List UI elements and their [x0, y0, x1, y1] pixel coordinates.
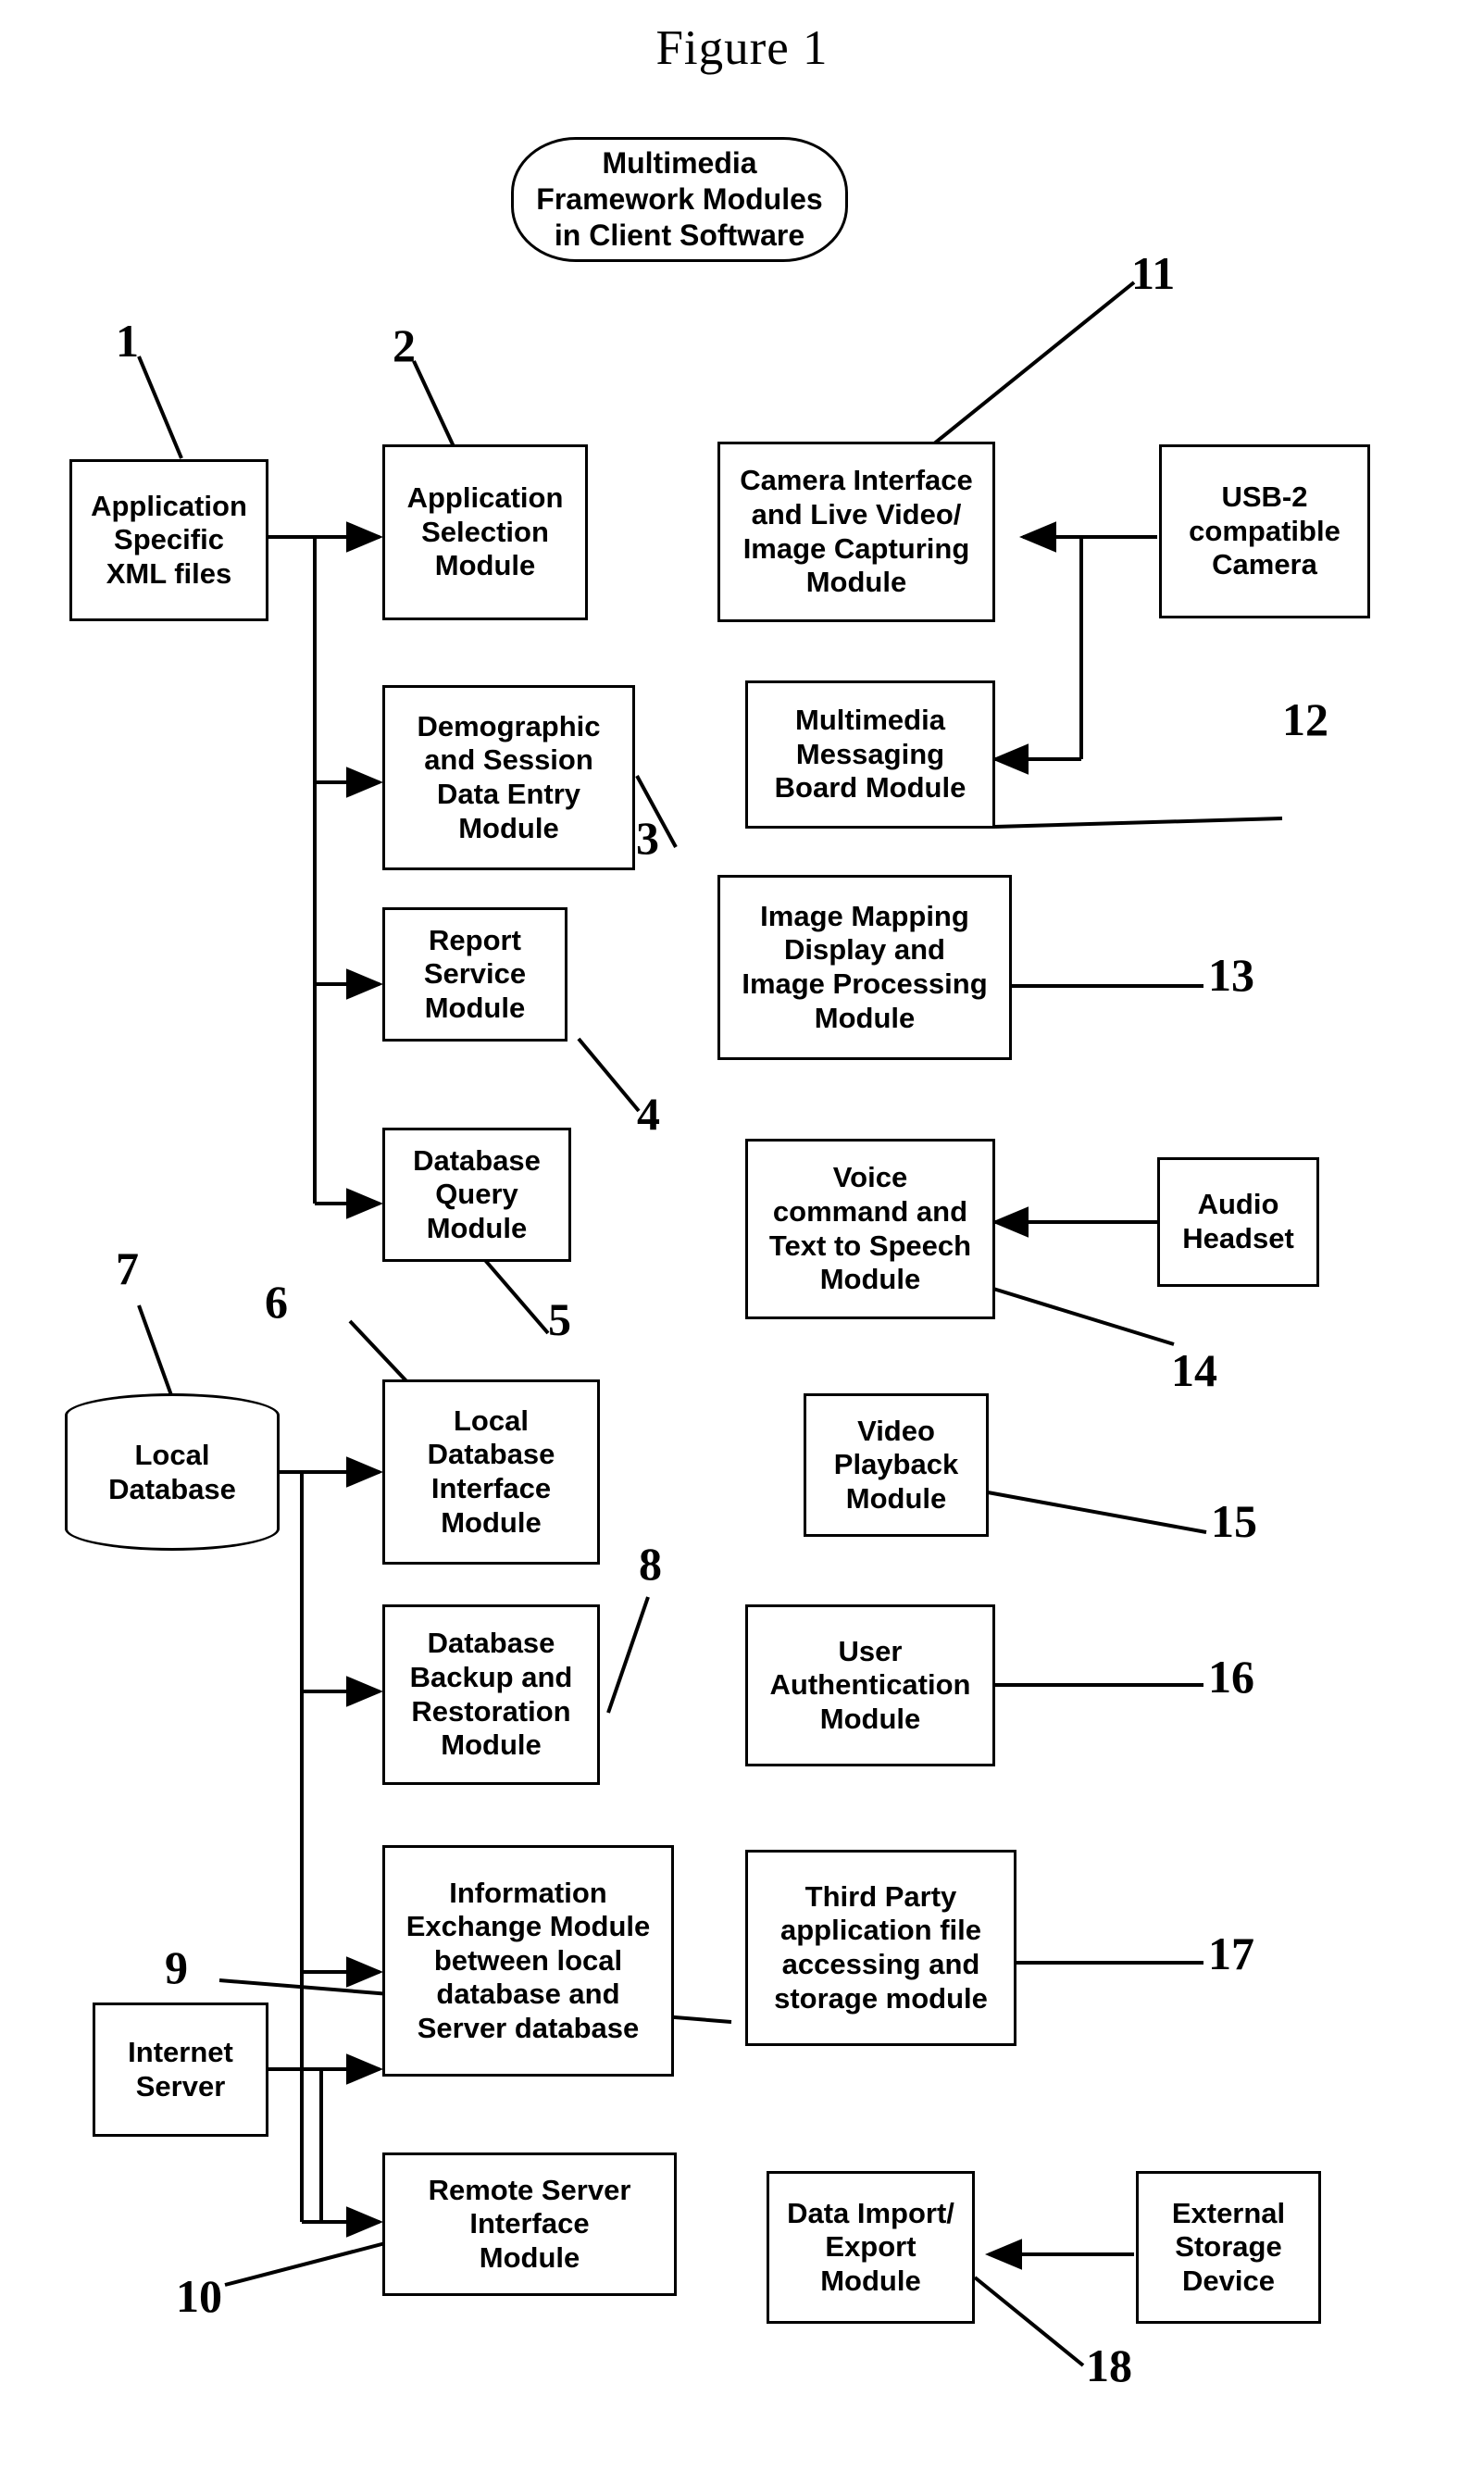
ref-numeral-7: 7 — [116, 1242, 139, 1294]
page-title: Figure 1 — [655, 21, 829, 75]
node-report-service-module: Report Service Module — [382, 907, 567, 1042]
ref-numeral-13: 13 — [1208, 949, 1254, 1001]
node-usb-2-compatible-camera: USB-2 compatible Camera — [1159, 444, 1370, 618]
node-remote-server-interface-module: Remote Server Interface Module — [382, 2152, 677, 2296]
ref-numeral-11: 11 — [1131, 247, 1176, 299]
node-application-specific-xml-files: Application Specific XML files — [69, 459, 268, 621]
node-external-storage-device: External Storage Device — [1136, 2171, 1321, 2324]
node-information-exchange-module: Information Exchange Module between loca… — [382, 1845, 674, 2077]
ref-numeral-2: 2 — [393, 319, 416, 371]
node-database-backup-and-restoration-module: Database Backup and Restoration Module — [382, 1604, 600, 1785]
node-image-mapping-display-and-image-processing-module: Image Mapping Display and Image Processi… — [717, 875, 1012, 1060]
node-voice-command-and-text-to-speech-module: Voice command and Text to Speech Module — [745, 1139, 995, 1319]
ref-numeral-4: 4 — [637, 1088, 660, 1140]
ref-numeral-17: 17 — [1208, 1928, 1254, 1979]
ref-numeral-5: 5 — [548, 1293, 571, 1345]
ref-numeral-15: 15 — [1211, 1495, 1257, 1547]
node-demographic-and-session-data-entry-module: Demographic and Session Data Entry Modul… — [382, 685, 635, 870]
node-video-playback-module: Video Playback Module — [804, 1393, 989, 1537]
ref-numeral-10: 10 — [176, 2270, 222, 2322]
ref-numeral-1: 1 — [116, 315, 139, 367]
node-internet-server: Internet Server — [93, 2003, 268, 2137]
node-application-selection-module: Application Selection Module — [382, 444, 588, 620]
node-database-query-module: Database Query Module — [382, 1128, 571, 1262]
node-local-database-interface-module: Local Database Interface Module — [382, 1379, 600, 1565]
node-multimedia-framework-modules: Multimedia Framework Modules in Client S… — [511, 137, 848, 262]
node-user-authentication-module: User Authentication Module — [745, 1604, 995, 1766]
ref-numeral-16: 16 — [1208, 1651, 1254, 1703]
figure-page: Figure 1 Multimedia Framework Modules in… — [0, 0, 1484, 2483]
ref-numeral-14: 14 — [1171, 1344, 1217, 1396]
node-local-database-label: Local Database — [108, 1438, 236, 1505]
node-local-database: Local Database — [65, 1393, 280, 1551]
node-data-import-export-module: Data Import/ Export Module — [767, 2171, 975, 2324]
node-camera-interface-module: Camera Interface and Live Video/ Image C… — [717, 442, 995, 622]
ref-numeral-12: 12 — [1282, 693, 1328, 745]
ref-numeral-8: 8 — [639, 1538, 662, 1590]
node-multimedia-messaging-board-module: Multimedia Messaging Board Module — [745, 680, 995, 829]
ref-numeral-6: 6 — [265, 1276, 288, 1328]
ref-numeral-9: 9 — [165, 1941, 188, 1993]
ref-numeral-3: 3 — [636, 812, 659, 864]
node-audio-headset: Audio Headset — [1157, 1157, 1319, 1287]
node-third-party-application-file-module: Third Party application file accessing a… — [745, 1850, 1016, 2046]
ref-numeral-18: 18 — [1086, 2340, 1132, 2391]
